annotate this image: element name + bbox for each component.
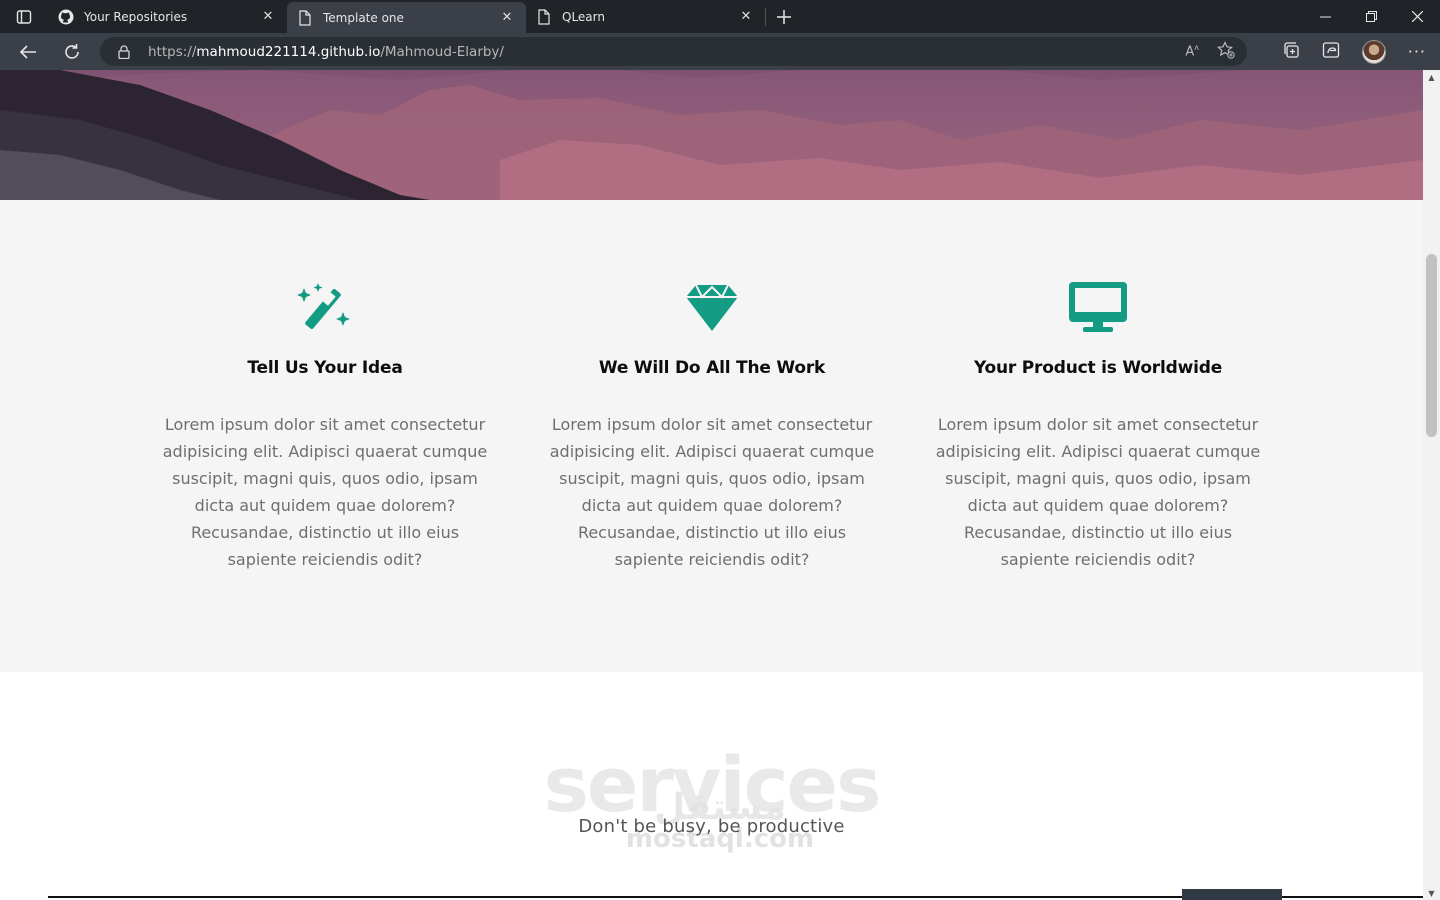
tab-label: Template one <box>323 10 404 25</box>
tab-actions-icon <box>16 9 32 24</box>
hero-mountain-image <box>0 70 1423 200</box>
feature-title: Your Product is Worldwide <box>973 358 1223 378</box>
url-host: mahmoud221114.github.io <box>196 43 381 60</box>
read-aloud-icon[interactable]: Aʌ <box>1185 43 1199 59</box>
toolbar-icons: ··· <box>1282 33 1426 70</box>
scrollbar-thumb[interactable] <box>1426 254 1437 437</box>
github-icon <box>58 9 74 25</box>
refresh-button[interactable] <box>50 33 94 70</box>
page-viewport: Tell Us Your Idea Lorem ipsum dolor sit … <box>0 70 1423 900</box>
url-path: /Mahmoud-Elarby/ <box>380 43 504 60</box>
feature-title: Tell Us Your Idea <box>247 358 403 378</box>
desktop-icon <box>933 278 1263 338</box>
arrow-left-icon <box>19 44 36 59</box>
features-section: Tell Us Your Idea Lorem ipsum dolor sit … <box>0 200 1423 672</box>
close-window-button[interactable] <box>1394 0 1440 33</box>
tab-your-repositories[interactable]: Your Repositories ✕ <box>48 0 287 33</box>
browser-tab-bar: Your Repositories ✕ Template one ✕ QLear… <box>0 0 1440 33</box>
page-icon <box>536 8 552 25</box>
lock-icon <box>118 44 134 59</box>
feature-card-idea: Tell Us Your Idea Lorem ipsum dolor sit … <box>160 278 490 573</box>
tab-actions-button[interactable] <box>0 0 48 33</box>
edge-sidebar-icon[interactable] <box>1322 41 1340 63</box>
minimize-icon <box>1319 16 1331 18</box>
page-scrollbar[interactable]: ▲ ▼ <box>1423 70 1440 900</box>
profile-avatar[interactable] <box>1361 39 1386 64</box>
scroll-up-arrow-icon[interactable]: ▲ <box>1423 70 1440 84</box>
partial-button[interactable] <box>1182 889 1282 900</box>
window-controls <box>1302 0 1440 33</box>
tab-qlearn[interactable]: QLearn ✕ <box>526 0 765 33</box>
tab-label: QLearn <box>562 9 605 24</box>
tab-template-one[interactable]: Template one ✕ <box>287 2 526 33</box>
feature-card-work: We Will Do All The Work Lorem ipsum dolo… <box>547 278 877 573</box>
services-section: services مستقل mostaql.com Don't be busy… <box>0 672 1423 900</box>
gem-icon <box>547 278 877 338</box>
close-tab-icon[interactable]: ✕ <box>498 9 516 27</box>
minimize-button[interactable] <box>1302 0 1348 33</box>
plus-icon <box>777 9 791 24</box>
tab-label: Your Repositories <box>84 9 188 24</box>
page-icon <box>297 9 313 26</box>
close-tab-icon[interactable]: ✕ <box>737 8 755 26</box>
refresh-icon <box>65 43 79 59</box>
address-bar[interactable]: https://mahmoud221114.github.io/Mahmoud-… <box>100 37 1247 66</box>
feature-description: Lorem ipsum dolor sit amet consectetur a… <box>935 415 1261 569</box>
feature-title: We Will Do All The Work <box>598 358 826 378</box>
new-tab-button[interactable] <box>766 0 802 33</box>
feature-description: Lorem ipsum dolor sit amet consectetur a… <box>549 415 875 569</box>
close-tab-icon[interactable]: ✕ <box>259 8 277 26</box>
back-button[interactable] <box>6 33 50 70</box>
services-subtitle: Don't be busy, be productive <box>578 816 845 837</box>
browser-toolbar: https://mahmoud221114.github.io/Mahmoud-… <box>0 33 1440 70</box>
scroll-down-arrow-icon[interactable]: ▼ <box>1423 886 1440 900</box>
url-scheme: https:// <box>148 43 197 60</box>
restore-button[interactable] <box>1348 0 1394 33</box>
feature-description: Lorem ipsum dolor sit amet consectetur a… <box>162 415 488 569</box>
restore-icon <box>1365 11 1377 22</box>
feature-card-worldwide: Your Product is Worldwide Lorem ipsum do… <box>933 278 1263 573</box>
collections-icon[interactable] <box>1282 41 1300 63</box>
add-favorite-icon[interactable] <box>1217 40 1235 63</box>
magic-wand-icon <box>160 278 490 338</box>
mountain-landscape <box>0 70 1423 200</box>
close-icon <box>1411 11 1423 22</box>
more-options-icon[interactable]: ··· <box>1408 42 1426 61</box>
